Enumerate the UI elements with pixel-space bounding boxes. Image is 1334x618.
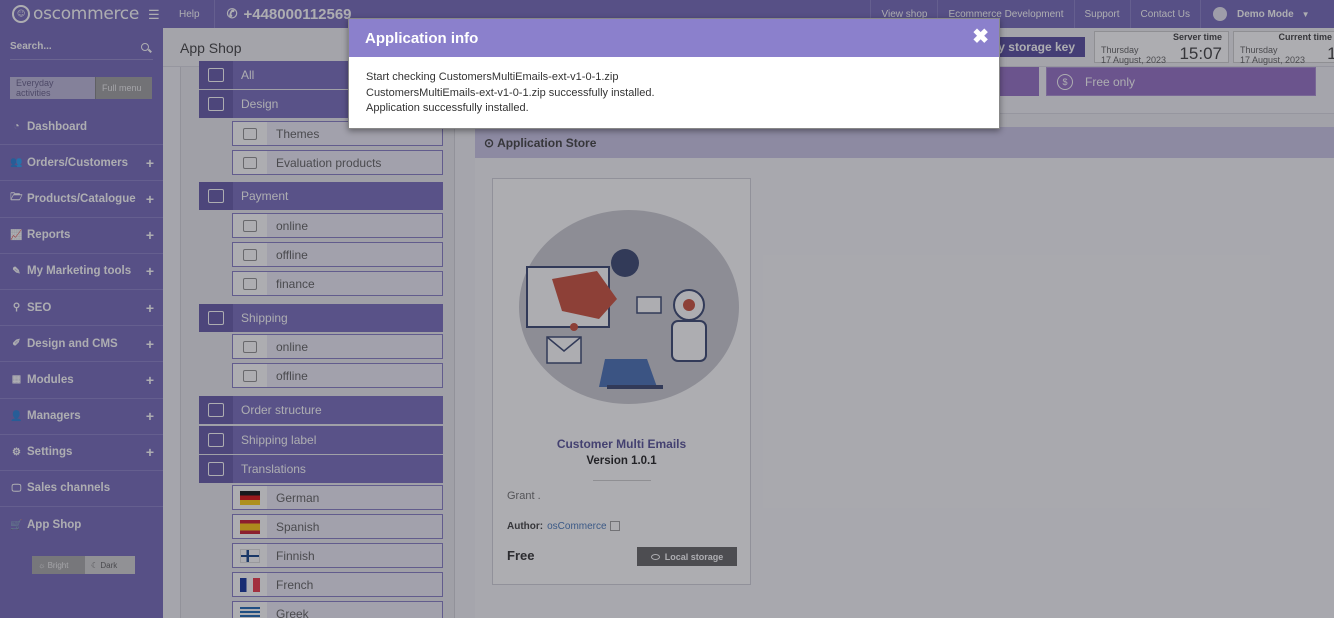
modal-title: Application info (365, 29, 479, 47)
application-info-modal: Application info ✖ Start checking Custom… (348, 18, 1000, 129)
modal-message-line: CustomersMultiEmails-ext-v1-0-1.zip succ… (366, 86, 655, 99)
modal-message-line: Application successfully installed. (366, 102, 529, 114)
modal-header: Application info ✖ (349, 19, 999, 57)
close-icon[interactable]: ✖ (972, 27, 989, 47)
modal-body: Start checking CustomersMultiEmails-ext-… (349, 57, 999, 130)
modal-message-line: Start checking CustomersMultiEmails-ext-… (366, 71, 619, 83)
